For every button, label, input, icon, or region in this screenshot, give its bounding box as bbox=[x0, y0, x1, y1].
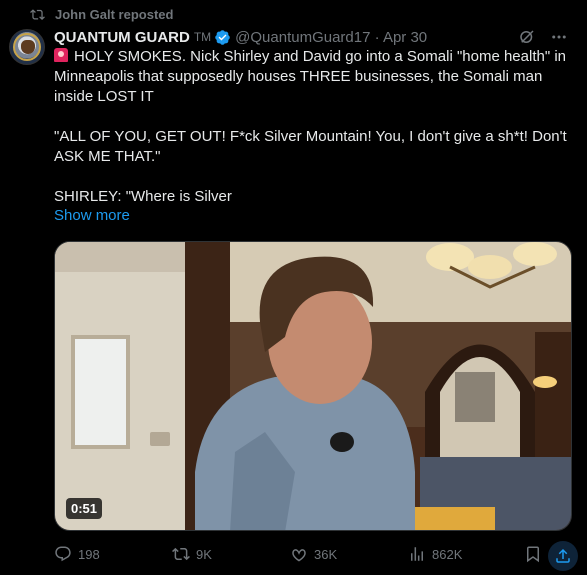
share-button[interactable] bbox=[548, 541, 578, 571]
repost-indicator[interactable]: John Galt reposted bbox=[30, 4, 173, 24]
tweet-paragraph-3: SHIRLEY: "Where is Silver bbox=[54, 188, 232, 205]
views-count: 862K bbox=[432, 546, 463, 562]
reply-count: 198 bbox=[78, 546, 100, 562]
video-player[interactable]: 0:51 bbox=[54, 241, 572, 531]
more-options-icon[interactable] bbox=[550, 28, 568, 46]
reply-button[interactable]: 198 bbox=[54, 545, 100, 563]
repost-label: John Galt reposted bbox=[55, 6, 174, 22]
action-bar: 198 9K 36K 862K bbox=[54, 541, 584, 571]
tm-badge: TM bbox=[193, 30, 212, 44]
tweet-header: QUANTUM GUARD TM @QuantumGuard17 · Apr 3… bbox=[54, 26, 574, 48]
tweet-paragraph-1: HOLY SMOKES. Nick Shirley and David go i… bbox=[54, 48, 566, 105]
repost-icon bbox=[30, 8, 45, 20]
avatar[interactable] bbox=[9, 29, 45, 65]
like-button[interactable]: 36K bbox=[290, 545, 337, 563]
handle-and-date[interactable]: @QuantumGuard17 · Apr 30 bbox=[235, 29, 427, 46]
bookmark-button[interactable] bbox=[524, 545, 542, 563]
siren-icon bbox=[54, 48, 68, 62]
reply-icon bbox=[55, 546, 71, 562]
tweet-text: HOLY SMOKES. Nick Shirley and David go i… bbox=[54, 47, 574, 207]
video-thumbnail bbox=[55, 242, 571, 530]
grok-icon[interactable] bbox=[518, 28, 536, 46]
views-button[interactable]: 862K bbox=[408, 545, 462, 563]
analytics-icon bbox=[411, 547, 423, 561]
repost-icon bbox=[172, 547, 190, 561]
share-icon bbox=[556, 548, 570, 563]
like-count: 36K bbox=[314, 546, 338, 562]
repost-count: 9K bbox=[196, 546, 212, 562]
tweet-paragraph-2: "ALL OF YOU, GET OUT! F*ck Silver Mounta… bbox=[54, 128, 567, 165]
show-more-link[interactable]: Show more bbox=[54, 207, 130, 224]
video-duration: 0:51 bbox=[66, 498, 103, 519]
display-name[interactable]: QUANTUM GUARD bbox=[54, 29, 190, 46]
repost-button[interactable]: 9K bbox=[172, 545, 212, 563]
heart-icon bbox=[292, 549, 306, 562]
bookmark-icon bbox=[527, 546, 539, 563]
verified-badge-icon[interactable] bbox=[214, 29, 231, 46]
